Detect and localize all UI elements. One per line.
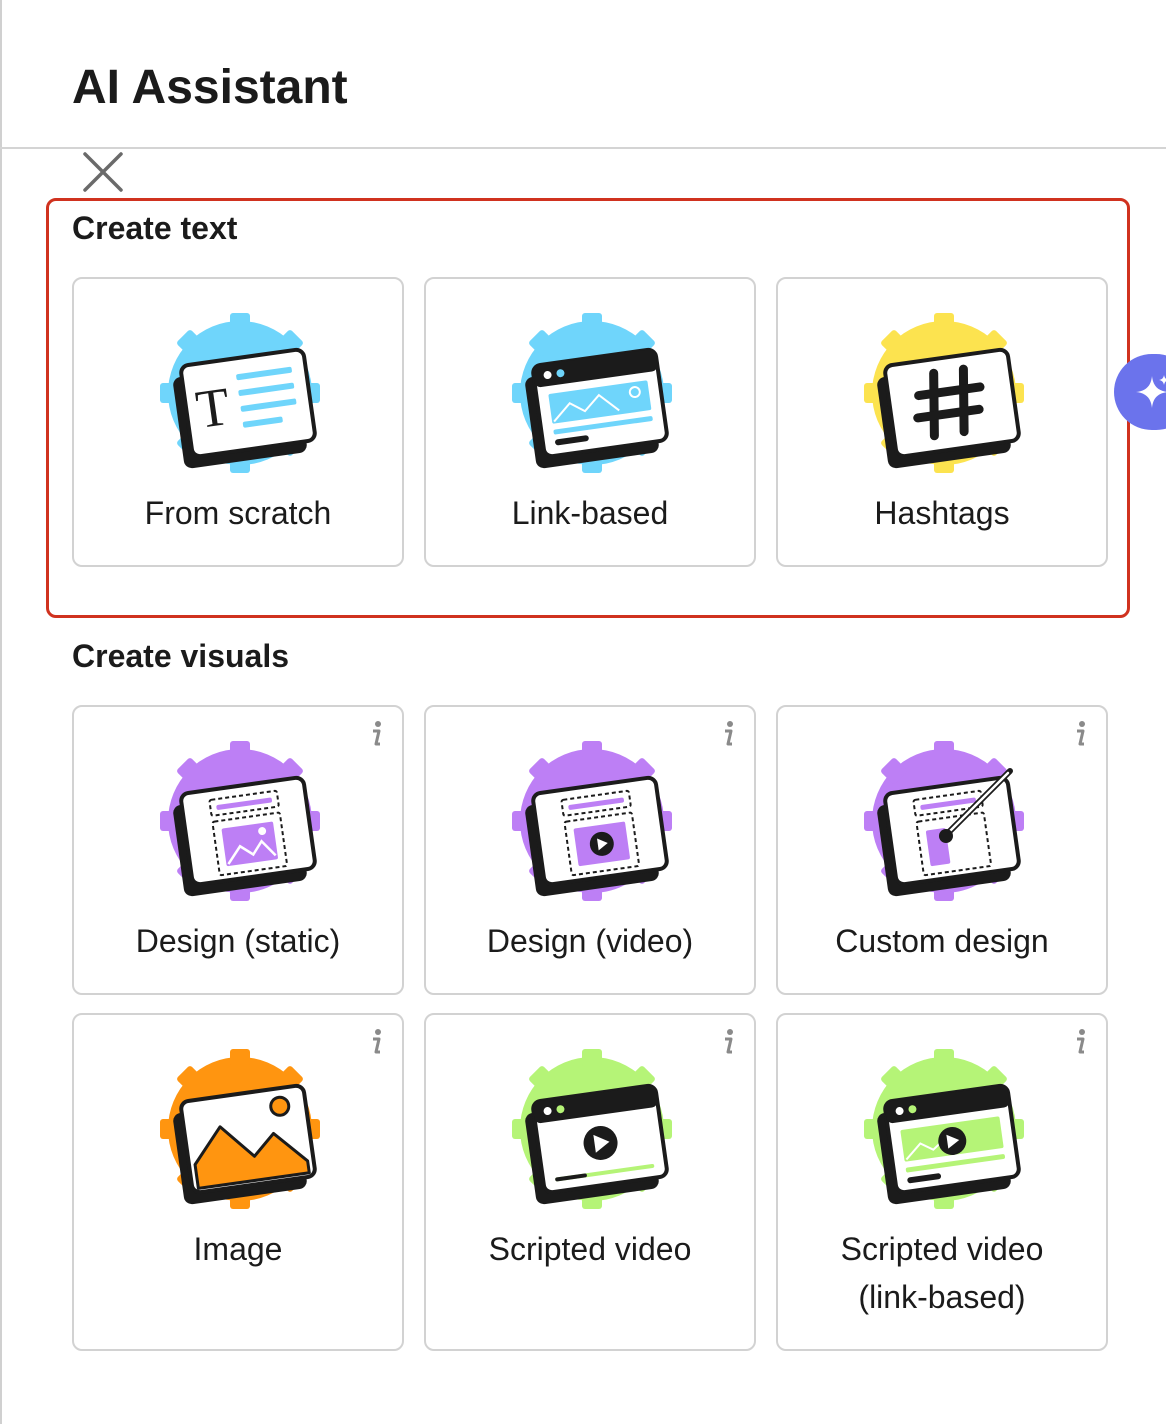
card-label-line1: Scripted video [840, 1231, 1044, 1267]
panel-left-border [0, 0, 2, 1424]
scripted-video-link-icon [864, 1049, 1024, 1209]
card-label: Image [193, 1231, 283, 1267]
card-label: Hashtags [874, 495, 1010, 531]
info-icon[interactable] [1070, 1027, 1090, 1057]
info-icon[interactable] [366, 1027, 386, 1057]
close-button[interactable] [80, 150, 126, 194]
card-label: From scratch [144, 495, 332, 531]
design-video-icon [512, 741, 672, 901]
info-icon[interactable] [1070, 719, 1090, 749]
hashtag-icon [864, 313, 1024, 473]
card-scripted-video-link-based[interactable]: Scripted video (link-based) [776, 1013, 1108, 1351]
section-title-create-visuals: Create visuals [72, 638, 290, 674]
card-label: Link-based [511, 495, 669, 531]
card-label: Design (static) [135, 923, 341, 959]
section-title-create-text: Create text [72, 210, 238, 246]
custom-design-brush-icon [864, 741, 1024, 901]
header-divider [0, 147, 1166, 149]
card-scripted-video[interactable]: Scripted video [424, 1013, 756, 1351]
close-icon [83, 152, 123, 192]
card-label: Design (video) [486, 923, 694, 959]
info-icon[interactable] [366, 719, 386, 749]
scripted-video-icon [512, 1049, 672, 1209]
card-link-based[interactable]: Link-based [424, 277, 756, 567]
panel-title: AI Assistant [72, 61, 348, 114]
info-icon[interactable] [718, 719, 738, 749]
sparkle-icon [1136, 375, 1166, 408]
info-icon[interactable] [718, 1027, 738, 1057]
browser-window-icon [512, 313, 672, 473]
card-design-video[interactable]: Design (video) [424, 705, 756, 995]
text-document-icon: T [160, 313, 320, 473]
design-static-icon [160, 741, 320, 901]
image-icon [160, 1049, 320, 1209]
card-custom-design[interactable]: Custom design [776, 705, 1108, 995]
card-label: Custom design [835, 923, 1049, 959]
card-label-line2: (link-based) [858, 1279, 1026, 1315]
card-image[interactable]: Image [72, 1013, 404, 1351]
card-design-static[interactable]: Design (static) [72, 705, 404, 995]
card-hashtags[interactable]: Hashtags [776, 277, 1108, 567]
card-label: Scripted video [488, 1231, 692, 1267]
card-from-scratch[interactable]: T From scratch [72, 277, 404, 567]
